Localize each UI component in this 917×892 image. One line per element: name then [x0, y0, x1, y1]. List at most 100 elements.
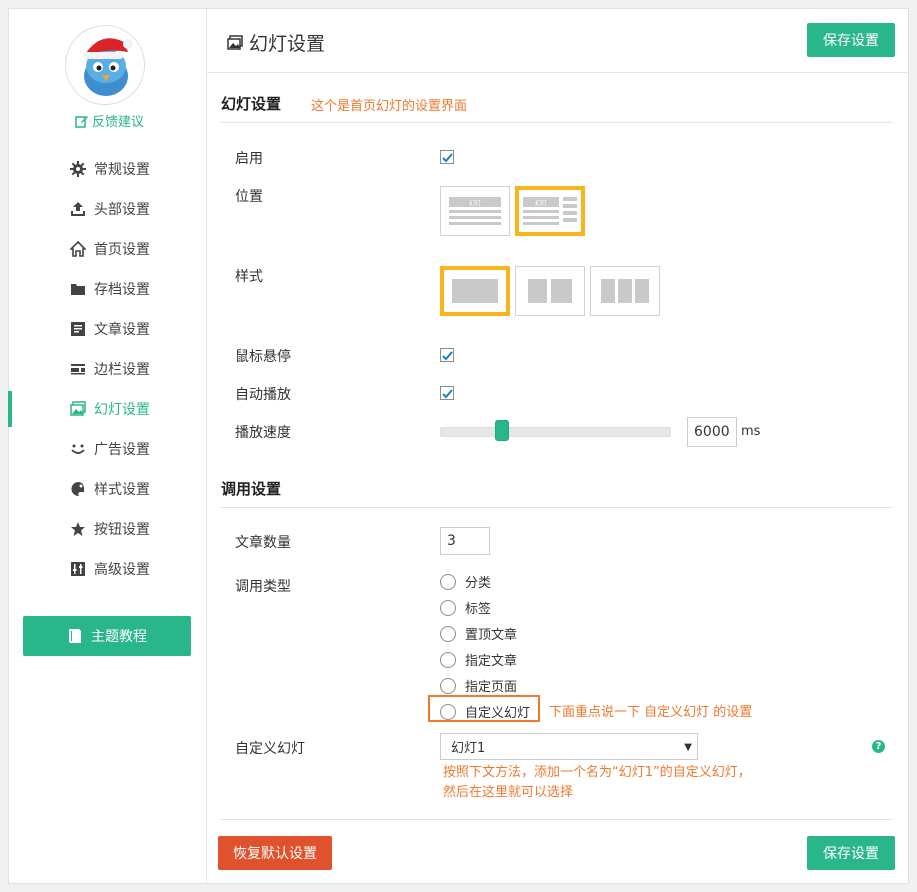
help-icon[interactable]: ? [872, 740, 885, 753]
custom-slide-hint: 按照下文方法，添加一个名为“幻灯1”的自定义幻灯，然后在这里就可以选择 [443, 765, 751, 800]
sidebar-item-sidebar[interactable]: 边栏设置 [9, 349, 207, 389]
page-title: 幻灯设置 [227, 29, 325, 56]
sidebar-item-label: 首页设置 [94, 242, 150, 258]
position-option-right[interactable]: 幻灯 [515, 186, 585, 236]
position-option-text: 幻灯 [535, 199, 547, 207]
upload-icon [70, 201, 86, 217]
hover-label: 鼠标悬停 [235, 349, 291, 365]
position-label: 位置 [235, 189, 263, 205]
folder-icon [70, 281, 86, 297]
radio-label: 指定页面 [465, 680, 518, 695]
sidebar-item-home[interactable]: 首页设置 [9, 229, 207, 269]
radio-label: 分类 [465, 576, 492, 591]
radio-button[interactable] [440, 651, 456, 668]
autoplay-checkbox[interactable] [440, 386, 454, 400]
palette-icon [70, 481, 86, 497]
speed-label: 播放速度 [235, 425, 291, 441]
radio-option[interactable]: 分类 [440, 572, 491, 591]
style-option-triple[interactable] [590, 266, 660, 316]
sidebar: 反馈建议 常规设置 头部设置 首页设置 存档设置 文章设置 边栏设置 幻灯设置 … [8, 9, 207, 883]
position-option-left[interactable]: 幻灯 [440, 186, 510, 236]
sidebar-item-general[interactable]: 常规设置 [9, 149, 207, 189]
radio-button[interactable] [440, 573, 456, 590]
slides-icon [70, 401, 86, 417]
main-panel: 幻灯设置 保存设置 幻灯设置 这个是首页幻灯的设置界面 启用 位置 幻灯 幻灯 … [207, 9, 909, 883]
sidebar-item-style[interactable]: 样式设置 [9, 469, 207, 509]
advanced-icon [70, 561, 86, 577]
speed-slider-track[interactable] [440, 427, 671, 437]
speed-input[interactable] [687, 417, 737, 447]
edit-icon [75, 115, 88, 128]
position-option-text: 幻灯 [469, 199, 481, 207]
type-label: 调用类型 [235, 579, 291, 595]
sidebar-item-archive[interactable]: 存档设置 [9, 269, 207, 309]
sidebar-item-label: 高级设置 [94, 562, 150, 578]
style-option-double[interactable] [515, 266, 585, 316]
radio-button[interactable] [440, 677, 456, 694]
avatar [65, 25, 145, 105]
feedback-link[interactable]: 反馈建议 [75, 111, 144, 130]
radio-option[interactable]: 指定文章 [440, 650, 517, 669]
radio-option[interactable]: 标签 [440, 598, 491, 617]
count-label: 文章数量 [235, 535, 291, 551]
document-icon [70, 321, 86, 337]
check-icon [441, 388, 453, 398]
sidebar-item-article[interactable]: 文章设置 [9, 309, 207, 349]
star-icon [70, 521, 86, 537]
tutorial-button[interactable]: 主题教程 [23, 616, 191, 656]
sidebar-item-label: 边栏设置 [94, 362, 150, 378]
sidebar-item-label: 文章设置 [94, 322, 150, 338]
section-note: 这个是首页幻灯的设置界面 [311, 99, 468, 114]
call-section-header: 调用设置 [221, 474, 893, 508]
enable-checkbox[interactable] [440, 150, 454, 164]
count-input[interactable] [440, 527, 490, 555]
slide-section-header: 幻灯设置 这个是首页幻灯的设置界面 [221, 89, 893, 123]
page-title-text: 幻灯设置 [249, 33, 326, 55]
sidebar-item-header[interactable]: 头部设置 [9, 189, 207, 229]
radio-button[interactable] [440, 599, 456, 616]
highlight-box [428, 695, 540, 722]
save-button-bottom[interactable]: 保存设置 [807, 836, 895, 870]
tutorial-label: 主题教程 [91, 629, 147, 645]
radio-option[interactable]: 置顶文章 [440, 624, 517, 643]
slides-icon [227, 34, 243, 50]
speed-unit: ms [741, 424, 761, 439]
sidebar-item-label: 幻灯设置 [94, 402, 150, 418]
save-button[interactable]: 保存设置 [807, 23, 895, 57]
enable-label: 启用 [235, 151, 263, 167]
sidebar-item-label: 广告设置 [94, 442, 150, 458]
settings-frame: 反馈建议 常规设置 头部设置 首页设置 存档设置 文章设置 边栏设置 幻灯设置 … [8, 8, 909, 884]
radio-option[interactable]: 指定页面 [440, 676, 517, 695]
speed-slider-handle[interactable] [495, 420, 509, 441]
reset-button[interactable]: 恢复默认设置 [218, 836, 332, 870]
section-title: 幻灯设置 [221, 95, 282, 113]
check-icon [441, 350, 453, 360]
gear-icon [70, 161, 86, 177]
sidebar-item-ads[interactable]: 广告设置 [9, 429, 207, 469]
style-option-single[interactable] [440, 266, 510, 316]
footer-divider [221, 819, 893, 820]
hover-checkbox[interactable] [440, 348, 454, 362]
sidebar-item-button[interactable]: 按钮设置 [9, 509, 207, 549]
custom-slide-label: 自定义幻灯 [235, 741, 305, 757]
type-note: 下面重点说一下 自定义幻灯 的设置 [549, 705, 753, 720]
select-value: 幻灯1 [451, 741, 486, 756]
sidebar-icon [70, 361, 86, 377]
radio-button[interactable] [440, 625, 456, 642]
custom-slide-select[interactable]: 幻灯1 ▼ [440, 733, 698, 760]
sidebar-item-slides[interactable]: 幻灯设置 [8, 389, 207, 429]
sidebar-item-label: 按钮设置 [94, 522, 150, 538]
sidebar-item-label: 常规设置 [94, 162, 150, 178]
style-label: 样式 [235, 269, 263, 285]
caret-down-icon: ▼ [684, 742, 692, 753]
check-icon [441, 152, 453, 162]
autoplay-label: 自动播放 [235, 387, 291, 403]
sidebar-item-label: 存档设置 [94, 282, 150, 298]
feedback-label: 反馈建议 [92, 115, 145, 130]
sidebar-item-label: 样式设置 [94, 482, 150, 498]
sidebar-menu: 常规设置 头部设置 首页设置 存档设置 文章设置 边栏设置 幻灯设置 广告设置 … [8, 149, 207, 589]
sidebar-item-label: 头部设置 [94, 202, 150, 218]
sidebar-item-advanced[interactable]: 高级设置 [9, 549, 207, 589]
radio-label: 标签 [465, 602, 492, 617]
smile-icon [70, 441, 86, 457]
